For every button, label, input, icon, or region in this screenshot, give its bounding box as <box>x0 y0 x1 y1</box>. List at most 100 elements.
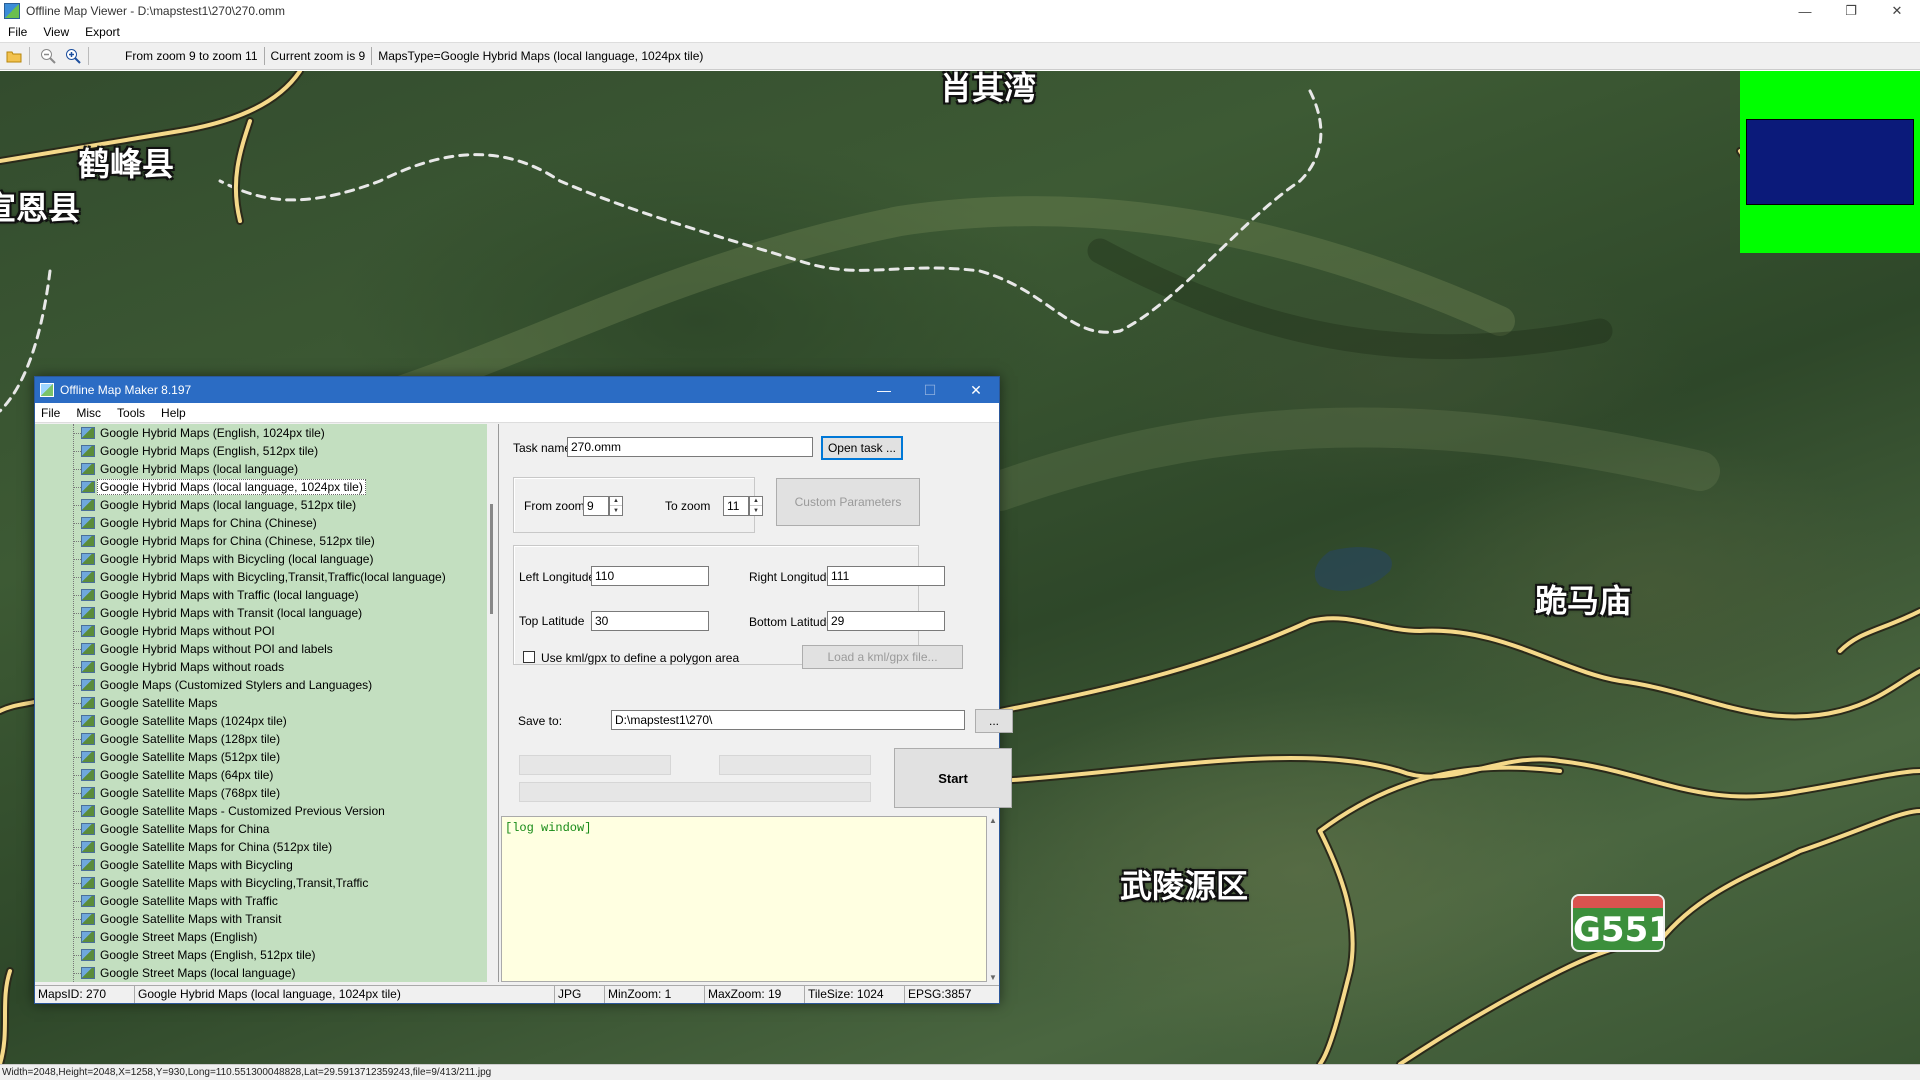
tree-item[interactable]: Google Satellite Maps with Transit <box>35 910 498 928</box>
log-window[interactable]: [log window] <box>501 816 987 982</box>
dialog-menu-help[interactable]: Help <box>161 406 186 420</box>
tree-connector <box>73 955 81 956</box>
menu-file[interactable]: File <box>8 25 27 39</box>
tree-item[interactable]: Google Hybrid Maps without POI <box>35 622 498 640</box>
to-zoom-input[interactable] <box>723 496 749 516</box>
zoom-out-button[interactable] <box>37 45 59 67</box>
tree-item[interactable]: Google Satellite Maps (64px tile) <box>35 766 498 784</box>
map-tile-icon <box>81 427 95 439</box>
progress-bar-total <box>519 782 871 802</box>
tree-item[interactable]: Google Hybrid Maps with Bicycling (local… <box>35 550 498 568</box>
tree-item[interactable]: Google Hybrid Maps with Bicycling,Transi… <box>35 568 498 586</box>
dialog-menu-misc[interactable]: Misc <box>76 406 101 420</box>
tree-item[interactable]: Google Street Maps (English, 512px tile) <box>35 946 498 964</box>
tree-item[interactable]: Google Hybrid Maps for China (Chinese, 5… <box>35 532 498 550</box>
to-zoom-spinner[interactable]: ▲ ▼ <box>749 496 763 516</box>
tree-item[interactable]: Google Hybrid Maps without POI and label… <box>35 640 498 658</box>
custom-parameters-button[interactable]: Custom Parameters <box>776 478 920 526</box>
scroll-up-icon[interactable]: ▲ <box>987 816 999 825</box>
tree-item-label: Google Street Maps (English) <box>100 930 258 944</box>
spin-up-icon[interactable]: ▲ <box>610 497 622 506</box>
map-tile-icon <box>81 715 95 727</box>
open-folder-button[interactable] <box>3 45 25 67</box>
tree-item[interactable]: Google Satellite Maps for China (512px t… <box>35 838 498 856</box>
tree-item[interactable]: Google Hybrid Maps (local language, 1024… <box>35 478 498 496</box>
from-zoom-spinner[interactable]: ▲ ▼ <box>609 496 623 516</box>
tree-connector <box>73 937 81 938</box>
top-latitude-input[interactable] <box>591 611 709 631</box>
dialog-menu-tools[interactable]: Tools <box>117 406 145 420</box>
task-name-input[interactable] <box>567 437 813 457</box>
tree-item-label: Google Hybrid Maps with Traffic (local l… <box>100 588 359 602</box>
tree-item[interactable]: Google Hybrid Maps (English, 512px tile) <box>35 442 498 460</box>
tree-item[interactable]: Google Hybrid Maps with Transit (local l… <box>35 604 498 622</box>
toolbar-separator <box>88 47 89 65</box>
save-to-input[interactable] <box>611 710 965 730</box>
dialog-close-icon[interactable]: ✕ <box>953 377 999 403</box>
kml-checkbox[interactable] <box>523 651 535 663</box>
tree-item-label: Google Hybrid Maps (local language, 512p… <box>100 498 357 512</box>
map-tile-icon <box>81 751 95 763</box>
start-button[interactable]: Start <box>894 748 1012 808</box>
tree-item-label: Google Hybrid Maps (local language, 1024… <box>97 479 366 495</box>
tree-item[interactable]: Google Hybrid Maps for China (Chinese) <box>35 514 498 532</box>
menu-view[interactable]: View <box>43 25 69 39</box>
tree-item[interactable]: Google Satellite Maps (768px tile) <box>35 784 498 802</box>
overview-map[interactable] <box>1740 71 1920 253</box>
map-tile-icon <box>81 895 95 907</box>
tree-item[interactable]: Google Hybrid Maps (English, 1024px tile… <box>35 424 498 442</box>
overview-viewport[interactable] <box>1746 119 1914 205</box>
tree-item[interactable]: Google Street Maps (local language) <box>35 964 498 982</box>
map-tile-icon <box>81 481 95 493</box>
spin-down-icon[interactable]: ▼ <box>750 506 762 515</box>
log-scrollbar[interactable]: ▲ ▼ <box>987 816 999 982</box>
right-longitude-label: Right Longitude <box>749 570 834 584</box>
tree-connector <box>73 901 81 902</box>
tree-item[interactable]: Google Satellite Maps (1024px tile) <box>35 712 498 730</box>
tree-item[interactable]: Google Satellite Maps <box>35 694 498 712</box>
tree-item[interactable]: Google Satellite Maps - Customized Previ… <box>35 802 498 820</box>
tree-item[interactable]: Google Satellite Maps with Bicycling,Tra… <box>35 874 498 892</box>
main-toolbar: From zoom 9 to zoom 11 Current zoom is 9… <box>0 42 1920 70</box>
tree-item[interactable]: Google Hybrid Maps without roads <box>35 658 498 676</box>
map-type-tree[interactable]: Google Hybrid Maps (English, 1024px tile… <box>35 424 499 982</box>
zoom-in-button[interactable] <box>62 45 84 67</box>
status-tile-size: TileSize: 1024 <box>805 986 905 1003</box>
restore-icon[interactable]: ❐ <box>1828 0 1874 22</box>
open-task-button[interactable]: Open task ... <box>821 436 903 460</box>
task-settings-pane: Task name Open task ... From zoom ▲▼ To … <box>501 424 1013 982</box>
close-icon[interactable]: ✕ <box>1874 0 1920 22</box>
tree-item[interactable]: Google Satellite Maps (128px tile) <box>35 730 498 748</box>
tree-scrollbar[interactable] <box>487 424 498 982</box>
tree-item[interactable]: Google Satellite Maps (512px tile) <box>35 748 498 766</box>
bottom-latitude-input[interactable] <box>827 611 945 631</box>
menu-export[interactable]: Export <box>85 25 120 39</box>
tree-item[interactable]: Google Satellite Maps with Traffic <box>35 892 498 910</box>
zoom-out-icon <box>41 49 56 64</box>
scroll-down-icon[interactable]: ▼ <box>987 973 999 982</box>
tree-item[interactable]: Google Hybrid Maps (local language) <box>35 460 498 478</box>
tree-item[interactable]: Google Street Maps (English) <box>35 928 498 946</box>
tree-item[interactable]: Google Hybrid Maps with Traffic (local l… <box>35 586 498 604</box>
tree-item-label: Google Hybrid Maps with Bicycling,Transi… <box>100 570 446 584</box>
map-tile-icon <box>81 589 95 601</box>
tree-item[interactable]: Google Satellite Maps with Bicycling <box>35 856 498 874</box>
from-zoom-input[interactable] <box>583 496 609 516</box>
tree-scrollbar-thumb[interactable] <box>490 504 493 614</box>
right-longitude-input[interactable] <box>827 566 945 586</box>
spin-down-icon[interactable]: ▼ <box>610 506 622 515</box>
left-longitude-input[interactable] <box>591 566 709 586</box>
tree-connector <box>73 433 81 434</box>
tree-item[interactable]: Google Satellite Maps for China <box>35 820 498 838</box>
minimize-icon[interactable]: — <box>1782 0 1828 22</box>
tree-item[interactable]: Google Maps (Customized Stylers and Lang… <box>35 676 498 694</box>
progress-bar-1 <box>519 755 671 775</box>
tree-item-label: Google Hybrid Maps with Bicycling (local… <box>100 552 374 566</box>
load-kml-button[interactable]: Load a kml/gpx file... <box>802 645 963 669</box>
tree-connector <box>73 739 81 740</box>
tree-item[interactable]: Google Hybrid Maps (local language, 512p… <box>35 496 498 514</box>
spin-up-icon[interactable]: ▲ <box>750 497 762 506</box>
browse-folder-button[interactable]: ... <box>975 709 1013 733</box>
dialog-minimize-icon[interactable]: — <box>861 377 907 403</box>
dialog-menu-file[interactable]: File <box>41 406 60 420</box>
